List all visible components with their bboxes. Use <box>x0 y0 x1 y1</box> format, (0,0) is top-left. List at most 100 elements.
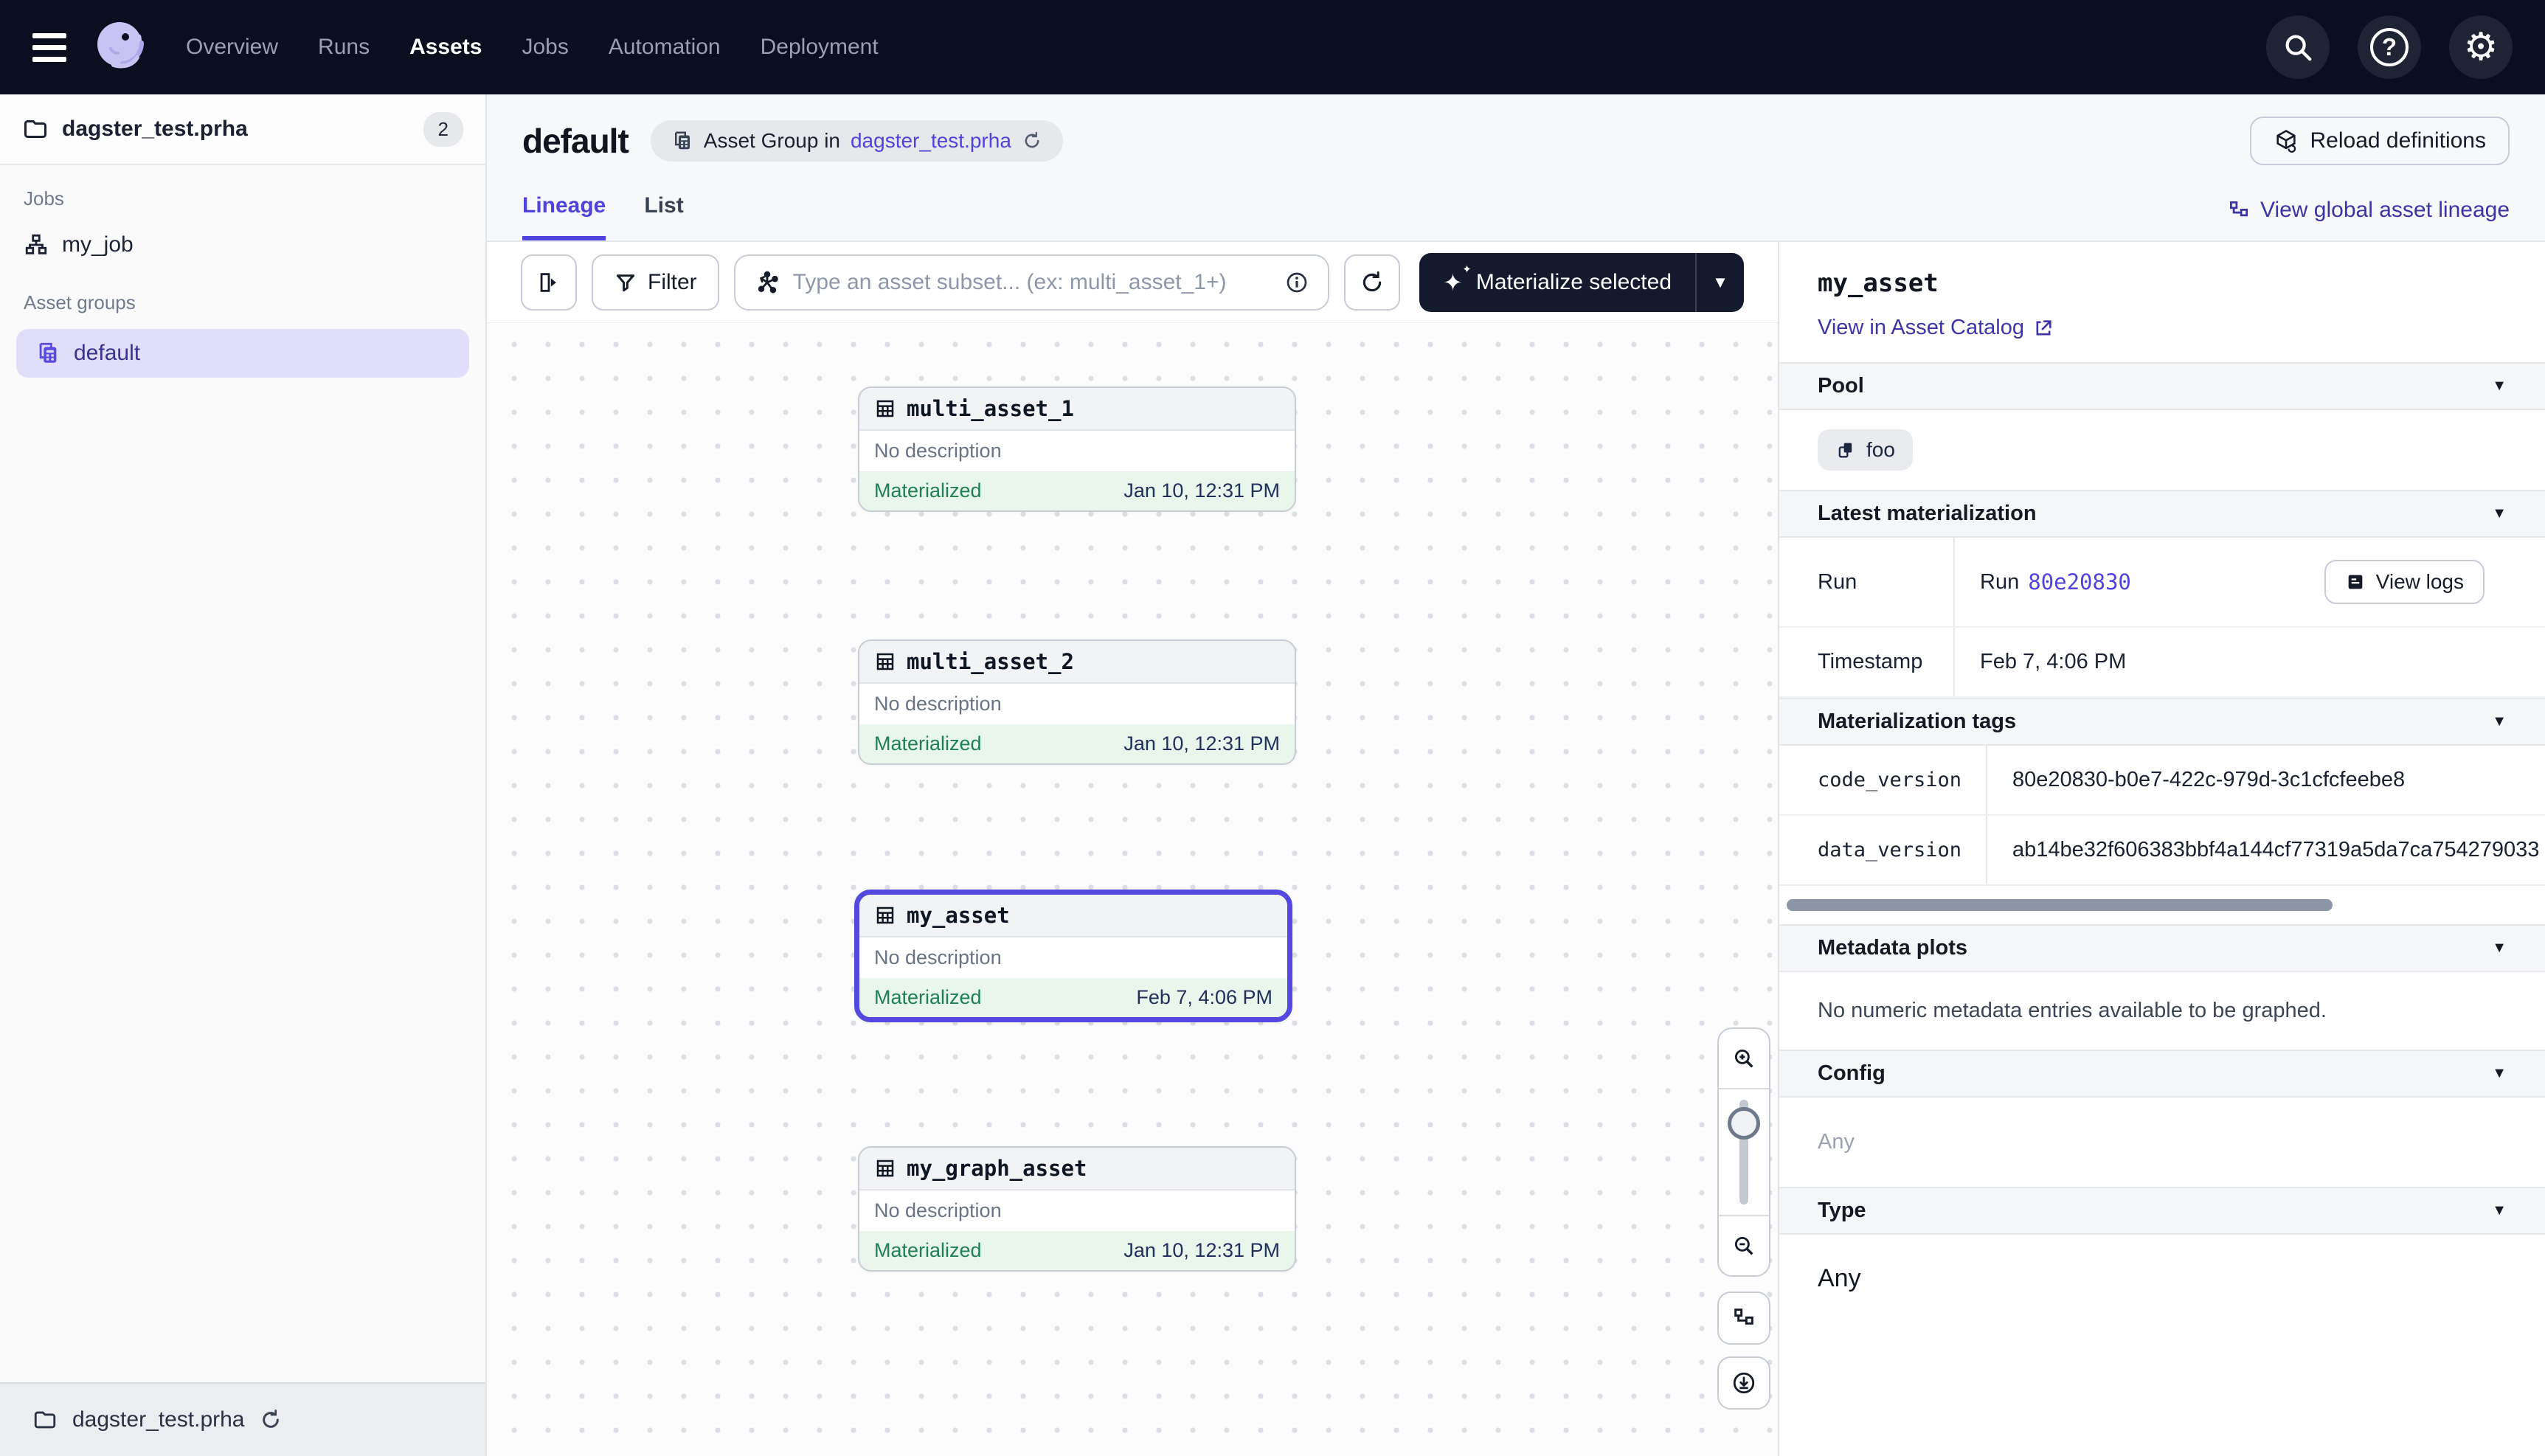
asset-node-my-asset[interactable]: my_asset No description Materialized Feb… <box>854 890 1292 1022</box>
section-type[interactable]: Type ▼ <box>1779 1187 2545 1235</box>
pool-tag[interactable]: foo <box>1818 429 1913 471</box>
asset-subset-search[interactable] <box>734 254 1329 311</box>
sidebar-item-my-job[interactable]: my_job <box>0 221 485 269</box>
asset-node-status: Materialized <box>874 732 982 755</box>
refresh-graph-button[interactable] <box>1344 254 1400 311</box>
job-item-label: my_job <box>62 232 134 257</box>
folder-icon <box>32 1407 58 1432</box>
reload-cube-icon <box>2274 128 2299 153</box>
section-metadata-plots[interactable]: Metadata plots ▼ <box>1779 924 2545 972</box>
refresh-icon[interactable] <box>1022 131 1042 151</box>
timestamp-value: Feb 7, 4:06 PM <box>1955 628 2545 696</box>
help-button[interactable]: ? <box>2358 15 2421 79</box>
help-icon: ? <box>2370 28 2409 66</box>
section-pool-title: Pool <box>1818 374 1864 398</box>
nav-overview[interactable]: Overview <box>186 35 278 60</box>
asset-node-multi-asset-1[interactable]: multi_asset_1 No description Materialize… <box>858 386 1296 512</box>
lineage-graph-icon <box>2228 199 2250 221</box>
group-item-label: default <box>74 341 140 366</box>
view-global-asset-lineage-link[interactable]: View global asset lineage <box>2228 198 2510 240</box>
asset-subset-input[interactable] <box>793 270 1272 295</box>
nav-jobs[interactable]: Jobs <box>522 35 568 60</box>
data-version-key: data_version <box>1779 816 1987 884</box>
asset-table-icon <box>874 651 896 673</box>
view-in-asset-catalog-link[interactable]: View in Asset Catalog <box>1818 316 2507 340</box>
data-version-value: ab14be32f606383bbf4a144cf77319a5da7ca754… <box>1987 816 2545 884</box>
materialize-dropdown-button[interactable]: ▼ <box>1695 253 1744 312</box>
asset-table-icon <box>874 904 896 926</box>
horizontal-scrollbar[interactable] <box>1787 899 2333 911</box>
filter-button[interactable]: Filter <box>592 254 719 311</box>
asset-node-status: Materialized <box>874 479 982 502</box>
reload-definitions-label: Reload definitions <box>2310 128 2487 153</box>
settings-button[interactable]: ⚙ <box>2449 15 2513 79</box>
breadcrumb: Asset Group in dagster_test.prha <box>651 120 1063 162</box>
data-version-row: data_version ab14be32f606383bbf4a144cf77… <box>1779 816 2545 886</box>
timestamp-row-label: Timestamp <box>1779 628 1955 696</box>
tab-list[interactable]: List <box>644 193 683 240</box>
asset-node-my-graph-asset[interactable]: my_graph_asset No description Materializ… <box>858 1146 1296 1272</box>
section-tags-title: Materialization tags <box>1818 710 2016 734</box>
asset-node-timestamp[interactable]: Jan 10, 12:31 PM <box>1123 1239 1280 1262</box>
chevron-down-icon: ▼ <box>1712 273 1728 292</box>
zoom-out-button[interactable] <box>1719 1216 1769 1275</box>
jobs-section-label: Jobs <box>0 165 485 221</box>
nav-runs[interactable]: Runs <box>318 35 370 60</box>
asset-graph-canvas[interactable]: multi_asset_1 No description Materialize… <box>487 323 1778 1456</box>
asset-table-icon <box>874 398 896 420</box>
code-location-header[interactable]: dagster_test.prha 2 <box>0 94 485 165</box>
search-button[interactable] <box>2266 15 2330 79</box>
asset-node-description: No description <box>859 937 1287 978</box>
breadcrumb-repo-link[interactable]: dagster_test.prha <box>851 129 1011 153</box>
asset-node-timestamp[interactable]: Feb 7, 4:06 PM <box>1136 986 1272 1009</box>
nav-assets[interactable]: Assets <box>409 35 482 60</box>
nav-deployment[interactable]: Deployment <box>761 35 879 60</box>
asset-group-icon <box>35 341 60 366</box>
section-latest-materialization[interactable]: Latest materialization ▼ <box>1779 490 2545 538</box>
menu-icon[interactable] <box>32 33 66 62</box>
sidebar-item-group-default[interactable]: default <box>16 329 469 378</box>
asset-details-panel: my_asset View in Asset Catalog Pool ▼ <box>1778 242 2545 1456</box>
code-version-key: code_version <box>1779 746 1987 814</box>
asset-node-name: my_graph_asset <box>907 1156 1087 1181</box>
materialize-selected-label: Materialize selected <box>1476 270 1672 295</box>
section-latest-title: Latest materialization <box>1818 502 2037 526</box>
dagster-logo-icon[interactable] <box>89 15 153 80</box>
external-link-icon <box>2033 318 2054 339</box>
tab-lineage[interactable]: Lineage <box>522 193 606 240</box>
toggle-sidebar-panel-button[interactable] <box>521 254 577 311</box>
section-config[interactable]: Config ▼ <box>1779 1050 2545 1098</box>
asset-node-name: my_asset <box>907 903 1010 928</box>
materialize-button-group: ✦ Materialize selected ▼ <box>1419 253 1744 312</box>
zoom-slider-handle[interactable] <box>1728 1107 1760 1140</box>
asset-node-timestamp[interactable]: Jan 10, 12:31 PM <box>1123 479 1280 502</box>
sidebar-footer[interactable]: dagster_test.prha <box>0 1382 485 1456</box>
asset-node-multi-asset-2[interactable]: multi_asset_2 No description Materialize… <box>858 639 1296 765</box>
run-row: Run Run 80e20830 View logs <box>1779 538 2545 628</box>
info-icon[interactable] <box>1285 271 1309 294</box>
gear-icon: ⚙ <box>2464 28 2499 66</box>
code-version-value: 80e20830-b0e7-422c-979d-3c1cfcfeebe8 <box>1987 746 2545 814</box>
zoom-in-button[interactable] <box>1719 1029 1769 1088</box>
section-materialization-tags[interactable]: Materialization tags ▼ <box>1779 698 2545 746</box>
asset-node-status: Materialized <box>874 986 982 1009</box>
asset-node-description: No description <box>859 1190 1295 1231</box>
materialize-selected-button[interactable]: ✦ Materialize selected <box>1419 253 1695 312</box>
nav-automation[interactable]: Automation <box>609 35 721 60</box>
download-graph-button[interactable] <box>1717 1356 1770 1410</box>
reload-definitions-button[interactable]: Reload definitions <box>2250 117 2510 165</box>
run-id-link[interactable]: 80e20830 <box>2028 569 2131 594</box>
breadcrumb-prefix: Asset Group in <box>704 129 840 153</box>
left-sidebar: dagster_test.prha 2 Jobs my_job Asset gr… <box>0 94 487 1456</box>
asset-groups-section-label: Asset groups <box>0 269 485 325</box>
rearrange-graph-button[interactable] <box>1717 1292 1770 1345</box>
view-logs-button[interactable]: View logs <box>2324 560 2485 604</box>
code-version-row: code_version 80e20830-b0e7-422c-979d-3c1… <box>1779 746 2545 816</box>
asset-node-timestamp[interactable]: Jan 10, 12:31 PM <box>1123 732 1280 755</box>
section-pool[interactable]: Pool ▼ <box>1779 362 2545 410</box>
section-config-title: Config <box>1818 1061 1886 1086</box>
page-header: default Asset Group in dagster_test.prha <box>487 94 2545 242</box>
footer-repo-name: dagster_test.prha <box>72 1407 244 1432</box>
asset-node-description: No description <box>859 684 1295 724</box>
refresh-icon[interactable] <box>259 1408 283 1432</box>
